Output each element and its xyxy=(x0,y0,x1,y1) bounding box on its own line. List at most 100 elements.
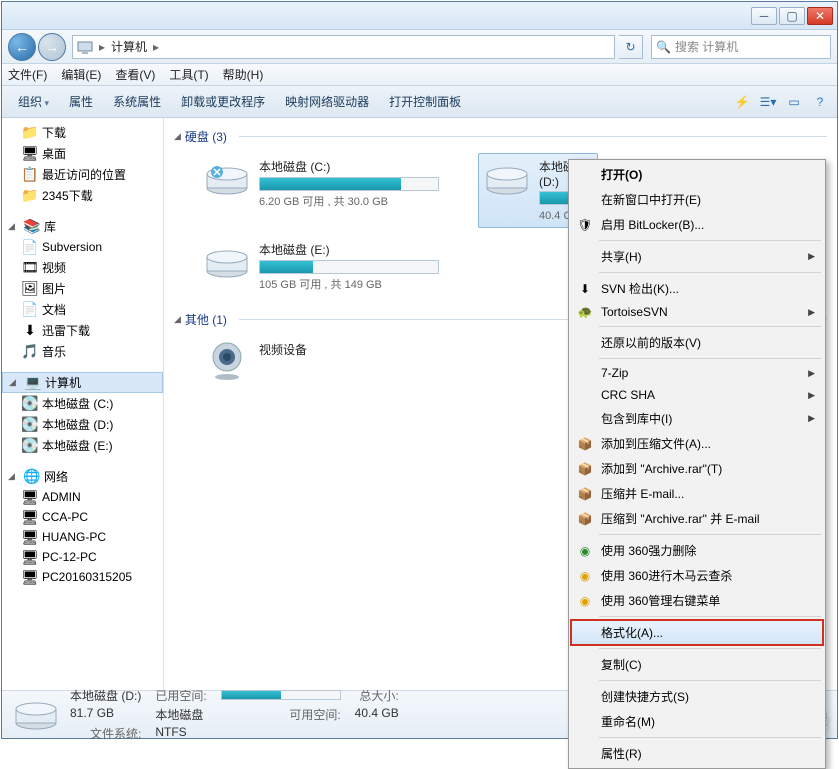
collapse-icon[interactable]: ◢ xyxy=(9,377,21,388)
video-device[interactable]: 视频设备 xyxy=(198,336,458,386)
collapse-icon[interactable]: ◢ xyxy=(8,221,20,232)
chevron-right-icon: ▸ xyxy=(151,40,161,54)
tree-documents[interactable]: 📄文档 xyxy=(2,299,163,320)
desktop-icon: 🖥 xyxy=(22,146,38,162)
cm-share[interactable]: 共享(H)▶ xyxy=(571,244,823,269)
tree-subversion[interactable]: 📄Subversion xyxy=(2,237,163,257)
cm-open[interactable]: 打开(O) xyxy=(571,162,823,187)
tree-net-cca[interactable]: 🖥CCA-PC xyxy=(2,507,163,527)
pc-icon: 🖥 xyxy=(22,569,38,585)
cm-open-new-window[interactable]: 在新窗口中打开(E) xyxy=(571,187,823,212)
folder-icon: 📁 xyxy=(22,125,38,141)
cm-crcsha[interactable]: CRC SHA▶ xyxy=(571,384,823,406)
tree-libraries[interactable]: ◢📚库 xyxy=(2,216,163,237)
document-icon: 📄 xyxy=(22,239,38,255)
drive-icon: 💽 xyxy=(22,417,38,433)
cm-bitlocker[interactable]: 🛡启用 BitLocker(B)... xyxy=(571,212,823,237)
tree-local-c[interactable]: 💽本地磁盘 (C:) xyxy=(2,393,163,414)
rar-icon: 📦 xyxy=(577,461,593,477)
tree-pictures[interactable]: 🖼图片 xyxy=(2,278,163,299)
drive-c[interactable]: 本地磁盘 (C:) 6.20 GB 可用 , 共 30.0 GB xyxy=(198,153,458,228)
cm-include-library[interactable]: 包含到库中(I)▶ xyxy=(571,406,823,431)
cm-restore-version[interactable]: 还原以前的版本(V) xyxy=(571,330,823,355)
system-properties-button[interactable]: 系统属性 xyxy=(103,89,171,114)
help-icon[interactable]: ? xyxy=(809,91,831,113)
menu-help[interactable]: 帮助(H) xyxy=(223,66,264,83)
organize-button[interactable]: 组织 xyxy=(8,89,59,114)
address-bar[interactable]: ▸ 计算机 ▸ xyxy=(72,35,615,59)
tree-net-pc2016[interactable]: 🖥PC20160315205 xyxy=(2,567,163,587)
tree-2345[interactable]: 📁2345下载 xyxy=(2,185,163,206)
group-hdd[interactable]: ◢ 硬盘 (3) xyxy=(174,128,827,145)
folder-icon: 📁 xyxy=(22,188,38,204)
search-placeholder: 搜索 计算机 xyxy=(675,38,738,55)
cm-360-scan[interactable]: ◉使用 360进行木马云查杀 xyxy=(571,563,823,588)
close-button[interactable]: ✕ xyxy=(807,7,833,25)
pc-icon: 🖥 xyxy=(22,509,38,525)
forward-button[interactable]: → xyxy=(38,33,66,61)
menubar: 文件(F) 编辑(E) 查看(V) 工具(T) 帮助(H) xyxy=(2,64,837,86)
drive-progress xyxy=(259,260,439,274)
chevron-right-icon: ▶ xyxy=(808,368,815,379)
tree-videos[interactable]: 🎞视频 xyxy=(2,257,163,278)
cm-rename[interactable]: 重命名(M) xyxy=(571,709,823,734)
collapse-icon[interactable]: ◢ xyxy=(174,131,181,142)
cm-properties[interactable]: 属性(R) xyxy=(571,741,823,766)
tree-computer[interactable]: ◢💻计算机 xyxy=(2,372,163,393)
drive-progress xyxy=(259,177,439,191)
tree-downloads[interactable]: 📁下载 xyxy=(2,122,163,143)
tree-xunlei[interactable]: ⬇迅雷下载 xyxy=(2,320,163,341)
cm-format[interactable]: 格式化(A)... xyxy=(571,620,823,645)
cm-360-delete[interactable]: ◉使用 360强力删除 xyxy=(571,538,823,563)
control-panel-button[interactable]: 打开控制面板 xyxy=(379,89,471,114)
view-options-icon[interactable]: ⚡ xyxy=(731,91,753,113)
breadcrumb-computer[interactable]: 计算机 xyxy=(107,38,151,55)
uninstall-button[interactable]: 卸载或更改程序 xyxy=(171,89,275,114)
status-fs-value: NTFS xyxy=(155,725,206,742)
collapse-icon[interactable]: ◢ xyxy=(8,471,20,482)
tree-local-d[interactable]: 💽本地磁盘 (D:) xyxy=(2,414,163,435)
cm-create-shortcut[interactable]: 创建快捷方式(S) xyxy=(571,684,823,709)
context-menu: 打开(O) 在新窗口中打开(E) 🛡启用 BitLocker(B)... 共享(… xyxy=(568,159,826,769)
drive-icon: 💽 xyxy=(22,438,38,454)
preview-pane-icon[interactable]: ▭ xyxy=(783,91,805,113)
tree-desktop[interactable]: 🖥桌面 xyxy=(2,143,163,164)
maximize-button[interactable]: ▢ xyxy=(779,7,805,25)
tree-recent[interactable]: 📋最近访问的位置 xyxy=(2,164,163,185)
collapse-icon[interactable]: ◢ xyxy=(174,314,181,325)
menu-view[interactable]: 查看(V) xyxy=(115,66,155,83)
computer-icon xyxy=(77,39,93,55)
menu-edit[interactable]: 编辑(E) xyxy=(61,66,101,83)
cm-tortoisesvn[interactable]: 🐢TortoiseSVN▶ xyxy=(571,301,823,323)
view-mode-icon[interactable]: ☰▾ xyxy=(757,91,779,113)
cm-compress-rar-email[interactable]: 📦压缩到 "Archive.rar" 并 E-mail xyxy=(571,506,823,531)
minimize-button[interactable]: ─ xyxy=(751,7,777,25)
cm-360-menu[interactable]: ◉使用 360管理右键菜单 xyxy=(571,588,823,613)
rar-icon: 📦 xyxy=(577,486,593,502)
refresh-button[interactable]: ↻ xyxy=(619,35,643,59)
tree-local-e[interactable]: 💽本地磁盘 (E:) xyxy=(2,435,163,456)
drive-name: 本地磁盘 (C:) xyxy=(259,158,453,175)
cm-compress-email[interactable]: 📦压缩并 E-mail... xyxy=(571,481,823,506)
chevron-right-icon: ▶ xyxy=(808,390,815,401)
tree-net-huang[interactable]: 🖥HUANG-PC xyxy=(2,527,163,547)
map-drive-button[interactable]: 映射网络驱动器 xyxy=(275,89,379,114)
cm-copy[interactable]: 复制(C) xyxy=(571,652,823,677)
cm-svn-checkout[interactable]: ⬇SVN 检出(K)... xyxy=(571,276,823,301)
properties-button[interactable]: 属性 xyxy=(59,89,103,114)
back-button[interactable]: ← xyxy=(8,33,36,61)
menu-file[interactable]: 文件(F) xyxy=(8,66,47,83)
cm-add-archive-rar[interactable]: 📦添加到 "Archive.rar"(T) xyxy=(571,456,823,481)
pc-icon: 🖥 xyxy=(22,549,38,565)
status-fs-label: 文件系统: xyxy=(70,725,141,742)
tree-net-pc12[interactable]: 🖥PC-12-PC xyxy=(2,547,163,567)
tree-music[interactable]: 🎵音乐 xyxy=(2,341,163,362)
drive-e[interactable]: 本地磁盘 (E:) 105 GB 可用 , 共 149 GB xyxy=(198,236,458,297)
cm-7zip[interactable]: 7-Zip▶ xyxy=(571,362,823,384)
drive-icon xyxy=(12,697,60,733)
tree-net-admin[interactable]: 🖥ADMIN xyxy=(2,487,163,507)
cm-add-archive[interactable]: 📦添加到压缩文件(A)... xyxy=(571,431,823,456)
menu-tools[interactable]: 工具(T) xyxy=(169,66,208,83)
search-input[interactable]: 🔍 搜索 计算机 xyxy=(651,35,831,59)
tree-network[interactable]: ◢🌐网络 xyxy=(2,466,163,487)
